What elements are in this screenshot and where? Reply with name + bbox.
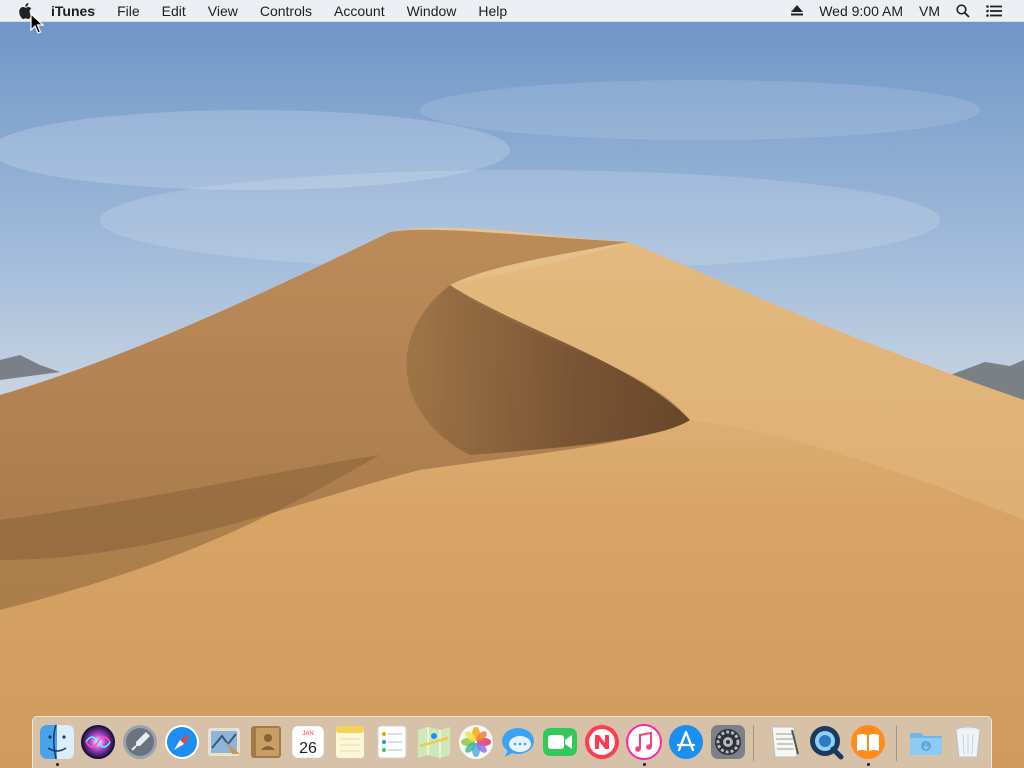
dock-launchpad[interactable]: [122, 724, 158, 760]
downloads-folder-icon: [910, 733, 942, 755]
books-icon: [851, 725, 885, 759]
dock-calendar[interactable]: JAN 26: [290, 724, 326, 760]
mail-icon: [208, 728, 240, 756]
dock-app-store[interactable]: [668, 724, 704, 760]
menu-view[interactable]: View: [197, 0, 249, 22]
dock-photos[interactable]: [458, 724, 494, 760]
dock-downloads-folder[interactable]: [908, 724, 944, 760]
mouse-pointer-icon: [30, 13, 44, 34]
menu-account[interactable]: Account: [323, 0, 396, 22]
notification-center-button[interactable]: [978, 0, 1010, 22]
textedit-icon: [771, 726, 799, 758]
dock-maps[interactable]: [416, 724, 452, 760]
app-store-icon: [669, 725, 703, 759]
dock-contacts[interactable]: [248, 724, 284, 760]
calendar-day: 26: [299, 740, 317, 757]
dock-finder[interactable]: [39, 724, 75, 760]
dock-quicktime[interactable]: [808, 724, 844, 760]
menu-edit[interactable]: Edit: [151, 0, 197, 22]
dock-textedit[interactable]: [766, 724, 802, 760]
spotlight-button[interactable]: [948, 0, 978, 22]
app-name-menu[interactable]: iTunes: [43, 0, 106, 22]
eject-icon: [791, 5, 804, 16]
dock: JAN 26: [32, 716, 992, 768]
user-menu[interactable]: VM: [911, 0, 948, 22]
facetime-icon: [543, 728, 577, 756]
desktop[interactable]: iTunes File Edit View Controls Account W…: [0, 0, 1024, 768]
dock-siri[interactable]: [80, 724, 116, 760]
reminders-icon: [377, 725, 407, 759]
safari-icon: [165, 725, 199, 759]
maps-icon: [418, 727, 450, 758]
dock-safari[interactable]: [164, 724, 200, 760]
menu-help[interactable]: Help: [467, 0, 518, 22]
photos-icon: [459, 725, 493, 759]
dock-separator: [896, 725, 897, 761]
siri-icon: [81, 725, 115, 759]
menu-window[interactable]: Window: [396, 0, 468, 22]
trash-icon: [955, 726, 981, 758]
itunes-icon: [626, 724, 662, 760]
news-icon: [585, 725, 619, 759]
menu-controls[interactable]: Controls: [249, 0, 323, 22]
dock-mail[interactable]: [206, 724, 242, 760]
running-indicator: [867, 763, 870, 766]
system-preferences-icon: [711, 725, 745, 759]
quicktime-icon: [810, 726, 844, 760]
menu-file[interactable]: File: [106, 0, 151, 22]
calendar-icon: JAN 26: [291, 725, 325, 759]
dock-trash[interactable]: [950, 724, 986, 760]
dock-news[interactable]: [584, 724, 620, 760]
calendar-month: JAN: [302, 731, 313, 737]
dock-separator: [753, 725, 754, 761]
search-icon: [956, 3, 970, 18]
eject-menu-extra[interactable]: [783, 0, 811, 22]
launchpad-icon: [123, 725, 157, 759]
dock-itunes[interactable]: [626, 724, 662, 760]
dock-system-preferences[interactable]: [710, 724, 746, 760]
dock-books[interactable]: [850, 724, 886, 760]
menu-bar: iTunes File Edit View Controls Account W…: [0, 0, 1024, 22]
finder-icon: [40, 724, 74, 760]
messages-icon: [502, 728, 534, 757]
dock-reminders[interactable]: [374, 724, 410, 760]
notes-icon: [336, 726, 364, 758]
desktop-wallpaper: [0, 0, 1024, 768]
dock-notes[interactable]: [332, 724, 368, 760]
dock-messages[interactable]: [500, 724, 536, 760]
running-indicator: [56, 763, 59, 766]
running-indicator: [643, 763, 646, 766]
dock-facetime[interactable]: [542, 724, 578, 760]
clock[interactable]: Wed 9:00 AM: [811, 0, 911, 22]
notification-center-icon: [986, 4, 1002, 17]
contacts-icon: [251, 726, 281, 758]
